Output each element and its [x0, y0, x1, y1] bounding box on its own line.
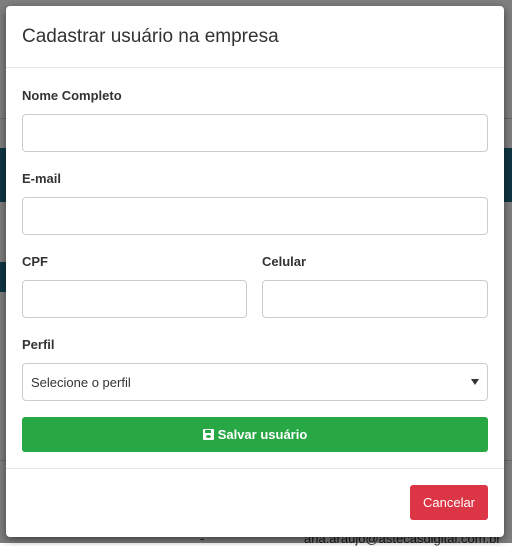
mobile-input[interactable] — [262, 280, 488, 318]
save-user-label: Salvar usuário — [217, 427, 308, 442]
modal-footer: Cancelar — [6, 468, 504, 537]
caret-down-icon — [471, 379, 479, 385]
email-label: E-mail — [22, 171, 62, 186]
profile-select[interactable]: Selecione o perfil — [22, 363, 488, 401]
profile-select-value: Selecione o perfil — [31, 375, 131, 390]
cpf-label: CPF — [22, 254, 48, 269]
floppy-disk-icon — [202, 429, 214, 440]
mobile-label: Celular — [262, 254, 307, 269]
full-name-label: Nome Completo — [22, 88, 122, 103]
modal-title: Cadastrar usuário na empresa — [22, 26, 279, 47]
register-user-modal: Cadastrar usuário na empresa Nome Comple… — [6, 6, 504, 537]
save-user-button[interactable]: Salvar usuário — [22, 417, 488, 452]
cancel-button[interactable]: Cancelar — [410, 485, 488, 520]
modal-header: Cadastrar usuário na empresa — [6, 6, 504, 68]
profile-label: Perfil — [22, 337, 55, 352]
cpf-input[interactable] — [22, 280, 247, 318]
full-name-input[interactable] — [22, 114, 488, 152]
email-input[interactable] — [22, 197, 488, 235]
